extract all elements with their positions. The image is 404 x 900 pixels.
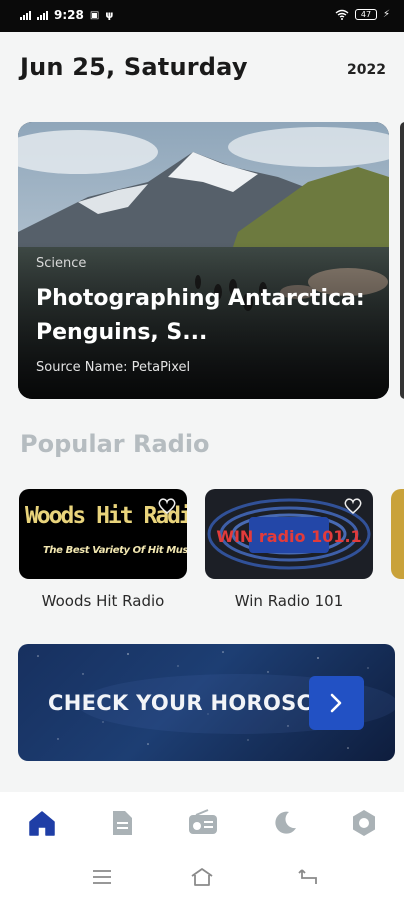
bottom-navigation xyxy=(0,792,404,854)
home-button-icon[interactable] xyxy=(190,866,214,888)
menu-icon[interactable] xyxy=(90,866,114,888)
document-icon[interactable] xyxy=(107,808,137,838)
charging-icon: ⚡ xyxy=(382,9,390,20)
next-article-card-peek[interactable] xyxy=(400,122,404,399)
signal-icon-2 xyxy=(37,10,48,20)
station-name[interactable]: Win Radio 101 xyxy=(205,592,373,610)
signal-icon xyxy=(20,10,31,20)
back-icon[interactable] xyxy=(296,866,320,888)
chevron-right-icon xyxy=(330,693,342,713)
article-category: Science xyxy=(36,256,87,271)
article-title[interactable]: Photographing Antarctica: Penguins, S... xyxy=(36,282,366,350)
featured-article-card[interactable]: Science Photographing Antarctica: Pengui… xyxy=(18,122,389,399)
horoscope-arrow-button[interactable] xyxy=(309,676,364,730)
favorite-heart-icon[interactable] xyxy=(157,497,177,515)
moon-icon[interactable] xyxy=(270,808,300,838)
page-title-date: Jun 25, Saturday xyxy=(20,53,248,81)
battery-icon: 47 xyxy=(354,9,377,20)
station-logo-text: WIN radio 101.1 xyxy=(216,527,361,546)
radio-icon[interactable] xyxy=(188,808,218,838)
station-logo-subtext: The Best Variety Of Hit Music xyxy=(43,545,187,556)
usb-icon: ψ xyxy=(105,9,114,21)
radio-card-next-peek[interactable] xyxy=(391,489,404,579)
favorite-heart-icon[interactable] xyxy=(343,497,363,515)
system-navigation-bar xyxy=(0,854,404,900)
gallery-icon: ▣ xyxy=(89,9,100,21)
year-label: 2022 xyxy=(347,62,386,78)
article-source: Source Name: PetaPixel xyxy=(36,360,191,375)
status-bar: 9:28 ▣ ψ 47 ⚡ xyxy=(0,0,404,32)
settings-icon[interactable] xyxy=(349,808,379,838)
wifi-icon xyxy=(335,9,349,20)
horoscope-banner[interactable]: CHECK YOUR HOROSCOPE xyxy=(18,644,395,761)
popular-radio-heading: Popular Radio xyxy=(20,430,210,458)
radio-card-woods-hit-radio[interactable]: Woods Hit Radio The Best Variety Of Hit … xyxy=(19,489,187,579)
radio-card-win-radio-101[interactable]: WIN radio 101.1 xyxy=(205,489,373,579)
station-name[interactable]: Woods Hit Radio xyxy=(19,592,187,610)
home-icon[interactable] xyxy=(27,808,57,838)
clock: 9:28 xyxy=(54,8,84,22)
